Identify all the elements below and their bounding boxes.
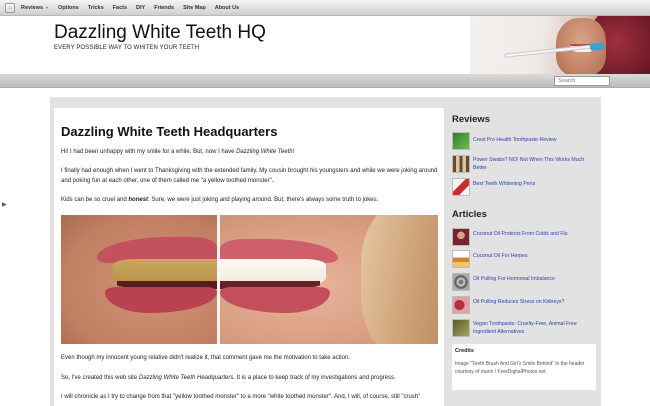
dropdown-arrow-icon: ▼ [45, 4, 49, 10]
nav-about-us[interactable]: About Us [215, 5, 239, 11]
page-title: Dazzling White Teeth Headquarters [61, 124, 278, 139]
nav-reviews[interactable]: Reviews ▼ [21, 5, 49, 11]
sidebar-review-item[interactable]: Best Teeth Whitening Pens [452, 178, 598, 198]
sidebar-article-item[interactable]: Oil Pulling Reduces Stress on Kidneys? [452, 296, 598, 316]
swabs-thumb-icon[interactable] [452, 155, 470, 173]
toothpaste-thumb-icon[interactable] [452, 132, 470, 150]
article-link[interactable]: Vegan Toothpaste: Cruelty-Free, Animal F… [473, 320, 598, 336]
search-bar [0, 74, 650, 88]
woman-thumb-icon[interactable] [452, 228, 470, 246]
site-header: Dazzling White Teeth HQ EVERY POSSIBLE W… [0, 16, 650, 74]
paragraph: I finally had enough when I went to Than… [61, 168, 438, 184]
teeth-before-after-image [61, 215, 438, 344]
kidney-thumb-icon[interactable] [452, 296, 470, 314]
nav-friends[interactable]: Friends [154, 5, 174, 11]
articles-heading: Articles [452, 209, 487, 220]
credits-box: Credits Image "Teeth Brush And Girl's Sm… [452, 344, 596, 390]
reviews-heading: Reviews [452, 114, 491, 125]
paragraph: Kids can be so cruel and honest. Sure, w… [61, 197, 379, 203]
article-link[interactable]: Oil Pulling For Hormonal Imbalance [473, 275, 598, 283]
sidebar-article-item[interactable]: Oil Pulling For Hormonal Imbalance [452, 273, 598, 293]
tooth-thumb-icon[interactable] [452, 319, 470, 337]
article-link[interactable]: Oil Pulling Reduces Stress on Kidneys? [473, 298, 598, 306]
header-image [470, 16, 650, 74]
nav-diy[interactable]: DIY [136, 5, 145, 11]
sidebar: Reviews Crest Pro Health Toothpaste Revi… [452, 108, 598, 406]
nav-options[interactable]: Options [58, 5, 79, 11]
expand-arrow-icon[interactable]: ▶ [2, 201, 7, 208]
main-content: Dazzling White Teeth Headquarters Hi! I … [54, 108, 444, 406]
review-link[interactable]: Best Teeth Whitening Pens [473, 180, 598, 188]
nav-facts[interactable]: Facts [113, 5, 127, 11]
sidebar-review-item[interactable]: Crest Pro Health Toothpaste Review [452, 132, 598, 152]
nav-site-map[interactable]: Site Map [183, 5, 206, 11]
credits-text: Image "Teeth Brush And Girl's Smile Behi… [455, 361, 585, 375]
sidebar-article-item[interactable]: Coconut Oil Protects From Colds and Flu [452, 228, 598, 248]
paragraph: Hi! I had been unhappy with my smile for… [61, 149, 295, 155]
site-title[interactable]: Dazzling White Teeth HQ [54, 22, 266, 44]
home-icon[interactable]: ⌂ [5, 2, 15, 13]
pen-thumb-icon[interactable] [452, 178, 470, 196]
article-link[interactable]: Coconut Oil For Herpes [473, 252, 598, 260]
review-link[interactable]: Power Swabs? NO! Not When This Works Muc… [473, 156, 598, 172]
site-tagline: EVERY POSSIBLE WAY TO WHITEN YOUR TEETH [54, 45, 200, 51]
paragraph: I will chronicle as I try to change from… [61, 394, 421, 400]
sidebar-article-item[interactable]: Coconut Oil For Herpes [452, 250, 598, 270]
sidebar-article-item[interactable]: Vegan Toothpaste: Cruelty-Free, Animal F… [452, 319, 598, 339]
article-link[interactable]: Coconut Oil Protects From Colds and Flu [473, 230, 598, 238]
nav-tricks[interactable]: Tricks [88, 5, 104, 11]
top-nav: ⌂ Reviews ▼ Options Tricks Facts DIY Frie… [0, 0, 650, 16]
review-link[interactable]: Crest Pro Health Toothpaste Review [473, 136, 598, 144]
shell-thumb-icon[interactable] [452, 273, 470, 291]
credits-heading: Credits [455, 348, 474, 354]
jar-thumb-icon[interactable] [452, 250, 470, 268]
search-input[interactable] [554, 76, 610, 86]
paragraph: So, I've created this web site Dazzling … [61, 375, 396, 381]
sidebar-review-item[interactable]: Power Swabs? NO! Not When This Works Muc… [452, 155, 598, 175]
paragraph: Even though my innocent young relative d… [61, 355, 350, 361]
